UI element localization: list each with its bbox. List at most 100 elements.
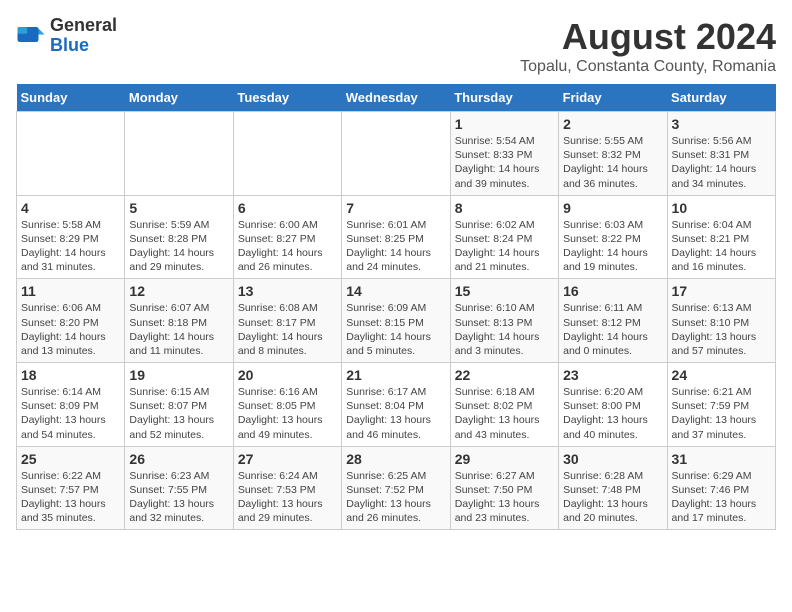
day-number: 18 [21,367,120,383]
weekday-header: Friday [559,84,667,112]
calendar-cell: 30 Sunrise: 6:28 AM Sunset: 7:48 PM Dayli… [559,446,667,530]
weekday-header: Monday [125,84,233,112]
day-info: Sunrise: 6:13 AM Sunset: 8:10 PM Dayligh… [672,301,771,358]
calendar-cell: 11 Sunrise: 6:06 AM Sunset: 8:20 PM Dayli… [17,279,125,363]
calendar-cell: 25 Sunrise: 6:22 AM Sunset: 7:57 PM Dayli… [17,446,125,530]
calendar-cell: 17 Sunrise: 6:13 AM Sunset: 8:10 PM Dayli… [667,279,775,363]
day-info: Sunrise: 6:14 AM Sunset: 8:09 PM Dayligh… [21,385,120,442]
calendar-cell: 2 Sunrise: 5:55 AM Sunset: 8:32 PM Daylig… [559,112,667,196]
day-number: 10 [672,200,771,216]
day-info: Sunrise: 6:24 AM Sunset: 7:53 PM Dayligh… [238,469,337,526]
weekday-header: Tuesday [233,84,341,112]
logo: General Blue [16,16,117,56]
day-number: 20 [238,367,337,383]
weekday-header: Wednesday [342,84,450,112]
day-number: 9 [563,200,662,216]
calendar-cell: 21 Sunrise: 6:17 AM Sunset: 8:04 PM Dayli… [342,363,450,447]
day-info: Sunrise: 5:56 AM Sunset: 8:31 PM Dayligh… [672,134,771,191]
day-info: Sunrise: 6:02 AM Sunset: 8:24 PM Dayligh… [455,218,554,275]
day-info: Sunrise: 5:55 AM Sunset: 8:32 PM Dayligh… [563,134,662,191]
day-number: 27 [238,451,337,467]
day-number: 15 [455,283,554,299]
day-info: Sunrise: 6:20 AM Sunset: 8:00 PM Dayligh… [563,385,662,442]
calendar-cell: 26Sunrise: 6:23 AM Sunset: 7:55 PM Dayli… [125,446,233,530]
calendar-cell: 4Sunrise: 5:58 AM Sunset: 8:29 PM Daylig… [17,195,125,279]
day-number: 5 [129,200,228,216]
day-info: Sunrise: 6:11 AM Sunset: 8:12 PM Dayligh… [563,301,662,358]
day-info: Sunrise: 6:09 AM Sunset: 8:15 PM Dayligh… [346,301,445,358]
day-number: 26 [129,451,228,467]
calendar-week-row: 25 Sunrise: 6:22 AM Sunset: 7:57 PM Dayli… [17,446,776,530]
calendar-week-row: 11 Sunrise: 6:06 AM Sunset: 8:20 PM Dayli… [17,279,776,363]
calendar-cell [233,112,341,196]
day-info: Sunrise: 6:29 AM Sunset: 7:46 PM Dayligh… [672,469,771,526]
day-number: 30 [563,451,662,467]
calendar-cell [17,112,125,196]
day-info: Sunrise: 5:54 AM Sunset: 8:33 PM Dayligh… [455,134,554,191]
calendar-cell: 12 Sunrise: 6:07 AM Sunset: 8:18 PM Dayli… [125,279,233,363]
day-info: Sunrise: 6:17 AM Sunset: 8:04 PM Dayligh… [346,385,445,442]
day-number: 25 [21,451,120,467]
day-number: 19 [129,367,228,383]
calendar-cell [342,112,450,196]
calendar-cell: 10 Sunrise: 6:04 AM Sunset: 8:21 PM Dayli… [667,195,775,279]
calendar-week-row: 1 Sunrise: 5:54 AM Sunset: 8:33 PM Daylig… [17,112,776,196]
calendar-cell: 6 Sunrise: 6:00 AM Sunset: 8:27 PM Daylig… [233,195,341,279]
day-info: Sunrise: 6:04 AM Sunset: 8:21 PM Dayligh… [672,218,771,275]
day-info: Sunrise: 6:22 AM Sunset: 7:57 PM Dayligh… [21,469,120,526]
day-number: 17 [672,283,771,299]
day-info: Sunrise: 6:25 AM Sunset: 7:52 PM Dayligh… [346,469,445,526]
page-header: General Blue August 2024 Topalu, Constan… [16,16,776,76]
month-title: August 2024 [520,16,776,58]
weekday-header: Saturday [667,84,775,112]
calendar-cell: 28 Sunrise: 6:25 AM Sunset: 7:52 PM Dayli… [342,446,450,530]
day-info: Sunrise: 6:15 AM Sunset: 8:07 PM Dayligh… [129,385,228,442]
day-number: 7 [346,200,445,216]
calendar-cell: 15 Sunrise: 6:10 AM Sunset: 8:13 PM Dayli… [450,279,558,363]
day-number: 11 [21,283,120,299]
calendar-cell: 8 Sunrise: 6:02 AM Sunset: 8:24 PM Daylig… [450,195,558,279]
calendar-cell: 9Sunrise: 6:03 AM Sunset: 8:22 PM Daylig… [559,195,667,279]
calendar-week-row: 18 Sunrise: 6:14 AM Sunset: 8:09 PM Dayli… [17,363,776,447]
day-info: Sunrise: 6:18 AM Sunset: 8:02 PM Dayligh… [455,385,554,442]
calendar-cell: 23 Sunrise: 6:20 AM Sunset: 8:00 PM Dayli… [559,363,667,447]
day-info: Sunrise: 6:21 AM Sunset: 7:59 PM Dayligh… [672,385,771,442]
day-number: 2 [563,116,662,132]
day-info: Sunrise: 6:28 AM Sunset: 7:48 PM Dayligh… [563,469,662,526]
day-number: 12 [129,283,228,299]
day-number: 8 [455,200,554,216]
day-number: 22 [455,367,554,383]
calendar-week-row: 4Sunrise: 5:58 AM Sunset: 8:29 PM Daylig… [17,195,776,279]
day-number: 14 [346,283,445,299]
logo-blue-text: Blue [50,36,117,56]
calendar-header-row: SundayMondayTuesdayWednesdayThursdayFrid… [17,84,776,112]
calendar-cell: 1 Sunrise: 5:54 AM Sunset: 8:33 PM Daylig… [450,112,558,196]
day-number: 28 [346,451,445,467]
day-number: 1 [455,116,554,132]
calendar-cell: 18 Sunrise: 6:14 AM Sunset: 8:09 PM Dayli… [17,363,125,447]
calendar-cell [125,112,233,196]
day-info: Sunrise: 6:00 AM Sunset: 8:27 PM Dayligh… [238,218,337,275]
calendar-cell: 24Sunrise: 6:21 AM Sunset: 7:59 PM Dayli… [667,363,775,447]
weekday-header: Sunday [17,84,125,112]
calendar-cell: 22 Sunrise: 6:18 AM Sunset: 8:02 PM Dayli… [450,363,558,447]
calendar-cell: 13Sunrise: 6:08 AM Sunset: 8:17 PM Dayli… [233,279,341,363]
day-number: 31 [672,451,771,467]
calendar-cell: 31 Sunrise: 6:29 AM Sunset: 7:46 PM Dayli… [667,446,775,530]
day-info: Sunrise: 6:07 AM Sunset: 8:18 PM Dayligh… [129,301,228,358]
day-info: Sunrise: 6:16 AM Sunset: 8:05 PM Dayligh… [238,385,337,442]
day-info: Sunrise: 5:59 AM Sunset: 8:28 PM Dayligh… [129,218,228,275]
day-number: 13 [238,283,337,299]
day-info: Sunrise: 6:10 AM Sunset: 8:13 PM Dayligh… [455,301,554,358]
calendar-cell: 5 Sunrise: 5:59 AM Sunset: 8:28 PM Daylig… [125,195,233,279]
day-info: Sunrise: 6:06 AM Sunset: 8:20 PM Dayligh… [21,301,120,358]
day-number: 6 [238,200,337,216]
day-number: 21 [346,367,445,383]
calendar-cell: 19 Sunrise: 6:15 AM Sunset: 8:07 PM Dayli… [125,363,233,447]
calendar-cell: 14 Sunrise: 6:09 AM Sunset: 8:15 PM Dayli… [342,279,450,363]
calendar-cell: 3Sunrise: 5:56 AM Sunset: 8:31 PM Daylig… [667,112,775,196]
calendar-cell: 7Sunrise: 6:01 AM Sunset: 8:25 PM Daylig… [342,195,450,279]
calendar-table: SundayMondayTuesdayWednesdayThursdayFrid… [16,84,776,530]
day-number: 16 [563,283,662,299]
day-number: 23 [563,367,662,383]
